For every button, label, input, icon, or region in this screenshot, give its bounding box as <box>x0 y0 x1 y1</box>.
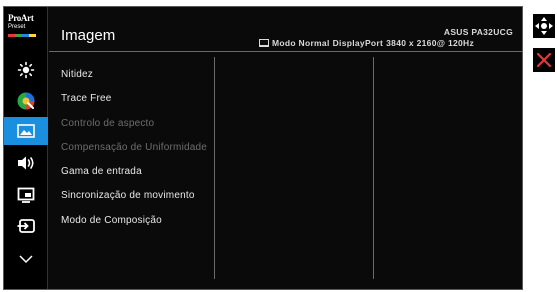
color-palette-icon <box>17 92 35 110</box>
status-bar: ASUS PA32UCG Modo Normal DisplayPort 384… <box>259 27 519 48</box>
menu-item-motion-sync[interactable]: Sincronização de movimento <box>61 184 207 208</box>
navigate-button[interactable] <box>533 14 555 38</box>
page-title: Imagem <box>61 27 116 44</box>
column-divider-2 <box>373 57 374 279</box>
model-name: ASUS PA32UCG <box>443 27 513 37</box>
proart-preset-logo[interactable]: ProArt Preset <box>8 14 44 42</box>
menu-item-uniformity-compensation: Compensação de Uniformidade <box>61 141 208 153</box>
close-button[interactable] <box>533 48 555 72</box>
sidebar-item-brightness[interactable] <box>4 56 48 84</box>
sidebar-item-pip[interactable] <box>4 181 48 209</box>
image-submenu: Nitidez Trace Free Controlo de aspecto C… <box>61 63 207 233</box>
brightness-sun-icon <box>17 61 35 79</box>
menu-item-trace-free[interactable]: Trace Free <box>61 87 207 111</box>
four-way-arrow-icon <box>535 17 553 35</box>
input-select-icon <box>17 219 35 233</box>
osd-window: ProArt Preset Imagem ASUS PA32UCG Modo N… <box>3 6 523 290</box>
control-panel <box>533 14 557 72</box>
sidebar: ProArt Preset <box>4 7 48 289</box>
menu-item-aspect-control: Controlo de aspecto <box>61 117 155 129</box>
sidebar-item-color[interactable] <box>4 87 48 115</box>
sidebar-more-chevron[interactable] <box>4 245 48 273</box>
column-divider-1 <box>214 57 215 279</box>
image-icon <box>17 124 35 138</box>
resolution-label: 3840 x 2160@ 120Hz <box>386 38 475 48</box>
menu-item-sharpness[interactable]: Nitidez <box>61 63 207 87</box>
menu-item-composition-mode[interactable]: Modo de Composição <box>61 209 207 233</box>
header-divider <box>49 51 523 52</box>
sidebar-item-input[interactable] <box>4 212 48 240</box>
speaker-icon <box>18 156 34 170</box>
menu-item-input-range[interactable]: Gama de entrada <box>61 160 207 184</box>
mode-label: Modo Normal <box>272 38 330 48</box>
input-label: DisplayPort <box>332 38 384 48</box>
sidebar-item-sound[interactable] <box>4 149 48 177</box>
pip-icon <box>17 187 35 203</box>
chevron-down-icon <box>19 255 33 264</box>
close-icon <box>536 52 552 68</box>
monitor-icon <box>259 39 269 47</box>
sidebar-item-image[interactable] <box>4 117 48 145</box>
